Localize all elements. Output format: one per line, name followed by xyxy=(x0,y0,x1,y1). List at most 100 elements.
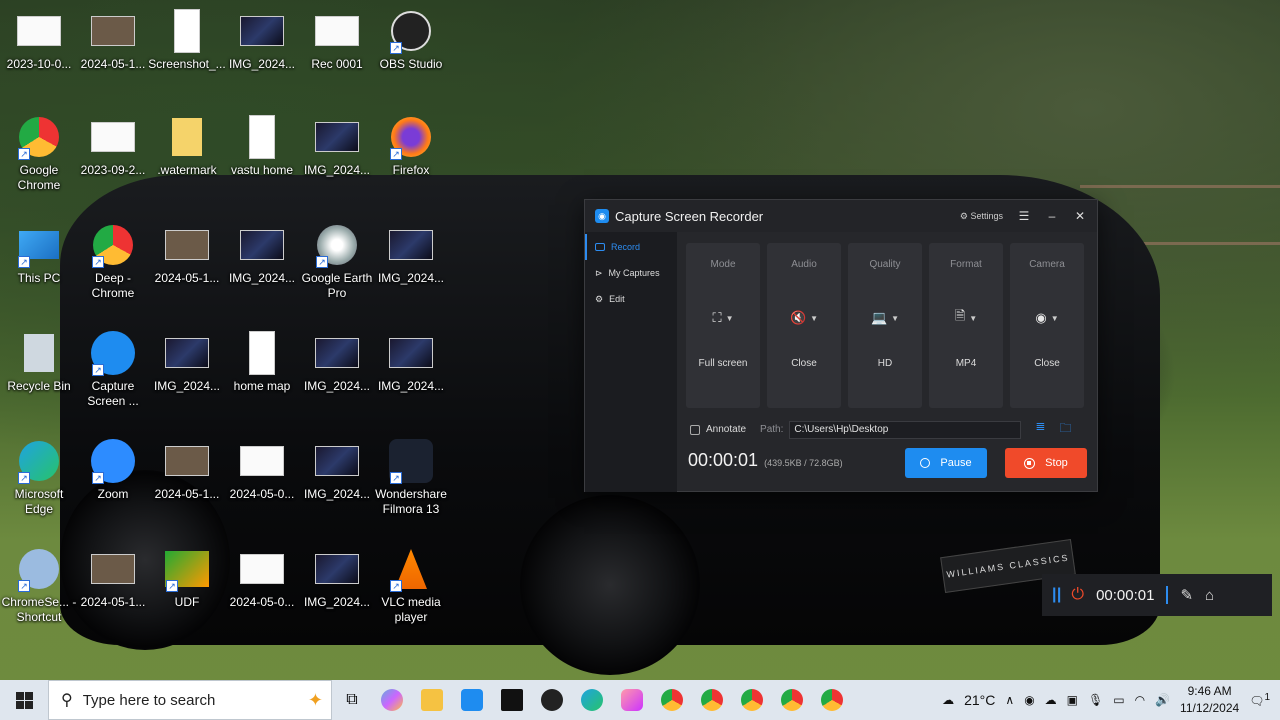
close-button[interactable]: ✕ xyxy=(1073,209,1087,223)
desktop-icon[interactable]: Screenshot_... xyxy=(148,8,226,72)
desktop-icon[interactable]: IMG_2024... xyxy=(372,330,450,394)
annotate-checkbox[interactable] xyxy=(690,424,700,435)
sidebar-item-label: Record xyxy=(611,242,641,252)
desktop-icon[interactable]: ↗ This PC xyxy=(0,222,78,286)
desktop-icon[interactable]: ↗ Firefox xyxy=(372,114,450,178)
minimize-button[interactable]: – xyxy=(1045,209,1059,223)
mic-icon[interactable]: 🎙 xyxy=(1088,693,1103,707)
notification-icon[interactable]: 🗨1 xyxy=(1249,692,1270,708)
desktop-icon[interactable]: 2024-05-1... xyxy=(148,438,226,502)
home-icon[interactable]: ⌂ xyxy=(1205,587,1214,604)
recorder-titlebar[interactable]: ◉ Capture Screen Recorder ⚙ Settings ☰ –… xyxy=(585,200,1097,232)
desktop-icon[interactable]: IMG_2024... xyxy=(372,222,450,286)
start-button[interactable] xyxy=(0,691,48,709)
sidebar-item-edit[interactable]: ⚙ Edit xyxy=(585,286,677,312)
desktop-icon[interactable]: ↗ VLC media player xyxy=(372,546,450,625)
file-explorer-icon[interactable] xyxy=(412,680,452,720)
desktop-icon[interactable]: IMG_2024... xyxy=(148,330,226,394)
weather-icon[interactable]: ☁ xyxy=(942,693,954,707)
desktop-icon[interactable]: 2024-05-1... xyxy=(74,546,152,610)
weather-temp[interactable]: 21°C xyxy=(964,692,995,708)
chrome-taskbar-icon-4[interactable] xyxy=(772,680,812,720)
path-label: Path: xyxy=(760,424,784,435)
task-view-icon[interactable]: ⧉ xyxy=(332,680,372,720)
onedrive-icon[interactable]: ☁ xyxy=(1045,693,1057,707)
desktop-icon[interactable]: ↗ Google Earth Pro xyxy=(298,222,376,301)
windows-icon xyxy=(15,691,33,709)
chrome-taskbar-icon-3[interactable] xyxy=(732,680,772,720)
settings-button[interactable]: ⚙ Settings xyxy=(960,211,1003,222)
desktop-icon[interactable]: 2024-05-1... xyxy=(148,222,226,286)
sidebar-item-record[interactable]: Record xyxy=(585,234,677,260)
desktop-icon[interactable]: ↗ Microsoft Edge xyxy=(0,438,78,517)
format-card[interactable]: Format 🗎 ▼ MP4 xyxy=(929,243,1003,408)
obs-taskbar-icon[interactable] xyxy=(532,680,572,720)
white-icon xyxy=(16,8,62,54)
desktop-icon[interactable]: ↗ Zoom xyxy=(74,438,152,502)
settings-label: Settings xyxy=(970,210,1003,221)
pencil-icon[interactable]: ✎ xyxy=(1180,586,1193,604)
desktop-icon[interactable]: IMG_2024... xyxy=(298,438,376,502)
sidebar-item-my-captures[interactable]: ⊳ My Captures xyxy=(585,260,677,286)
shortcut-arrow-icon: ↗ xyxy=(390,472,402,484)
chrome-taskbar-icon-5[interactable] xyxy=(812,680,852,720)
desktop-icon[interactable]: vastu home xyxy=(223,114,301,178)
desktop-icon[interactable]: ↗ Wondershare Filmora 13 xyxy=(372,438,450,517)
desktop-icon[interactable]: ↗ ChromeSe... - Shortcut xyxy=(0,546,78,625)
desktop-icon[interactable]: ↗ Google Chrome xyxy=(0,114,78,193)
power-icon[interactable]: ⏻ xyxy=(1071,586,1084,604)
chrome-taskbar-icon-2[interactable] xyxy=(692,680,732,720)
desktop-icon[interactable]: IMG_2024... xyxy=(298,546,376,610)
card-title: Camera xyxy=(1029,259,1065,270)
desktop-icon[interactable]: ↗ Capture Screen ... xyxy=(74,330,152,409)
quality-card[interactable]: Quality 💻 ▼ HD xyxy=(848,243,922,408)
list-icon[interactable]: ≣ xyxy=(1035,419,1045,440)
folder-icon[interactable]: 🗀 xyxy=(1059,419,1071,440)
mode-card[interactable]: Mode ⛶ ▼ Full screen xyxy=(686,243,760,408)
desktop-icon[interactable]: Rec 0001 xyxy=(298,8,376,72)
desktop-icon[interactable]: ↗ OBS Studio xyxy=(372,8,450,72)
camera-card[interactable]: Camera ◉ ▼ Close xyxy=(1010,243,1084,408)
pause-button[interactable]: Pause xyxy=(905,448,987,478)
desktop-icon[interactable]: .watermark xyxy=(148,114,226,178)
smr-app-icon[interactable] xyxy=(492,680,532,720)
clock[interactable]: 9:46 AM 11/12/2024 xyxy=(1180,683,1239,717)
volume-icon[interactable]: 🔊 xyxy=(1155,693,1170,707)
bin-icon xyxy=(16,330,62,376)
card-title: Mode xyxy=(710,259,736,270)
chevron-up-icon[interactable]: ∧ xyxy=(1005,693,1014,707)
copilot-icon[interactable] xyxy=(372,680,412,720)
edge-taskbar-icon[interactable] xyxy=(572,680,612,720)
search-box[interactable]: ⚲ Type here to search ✦ xyxy=(48,680,332,720)
stop-button[interactable]: Stop xyxy=(1005,448,1087,478)
pause-icon[interactable]: | | xyxy=(1052,586,1062,604)
desktop-icon[interactable]: 2024-05-1... xyxy=(74,8,152,72)
desktop-icon[interactable]: IMG_2024... xyxy=(298,330,376,394)
desktop-icon[interactable]: IMG_2024... xyxy=(223,222,301,286)
path-input[interactable] xyxy=(789,420,1022,439)
laptop-icon: 💻 xyxy=(870,310,888,325)
wifi-icon[interactable]: ◠ xyxy=(1135,693,1145,707)
desktop-icon[interactable]: 2024-05-0... xyxy=(223,546,301,610)
desktop-icon[interactable]: IMG_2024... xyxy=(223,8,301,72)
menu-icon[interactable]: ☰ xyxy=(1017,209,1031,223)
recorder-tray-icon[interactable]: ◉ xyxy=(1024,693,1034,707)
desktop-icon[interactable]: home map xyxy=(223,330,301,394)
dark-icon xyxy=(388,222,434,268)
desktop-icon[interactable]: 2023-09-2... xyxy=(74,114,152,178)
capture-recorder-taskbar-icon[interactable] xyxy=(452,680,492,720)
battery-icon[interactable]: ▭ xyxy=(1113,693,1124,707)
chrome-taskbar-icon-1[interactable] xyxy=(652,680,692,720)
audio-card[interactable]: Audio 🔇 ▼ Close xyxy=(767,243,841,408)
file-icon: 🗎 xyxy=(954,308,966,323)
desktop-icon[interactable]: 2023-10-0... xyxy=(0,8,78,72)
dark-icon xyxy=(164,330,210,376)
desktop-icon[interactable]: ↗ UDF xyxy=(148,546,226,610)
desktop-icon[interactable]: IMG_2024... xyxy=(298,114,376,178)
instagram-icon[interactable] xyxy=(612,680,652,720)
desktop-icon[interactable]: ↗ Deep - Chrome xyxy=(74,222,152,301)
desktop-icon-label: IMG_2024... xyxy=(228,57,296,71)
desktop-icon[interactable]: 2024-05-0... xyxy=(223,438,301,502)
desktop-icon[interactable]: Recycle Bin xyxy=(0,330,78,394)
camera-tray-icon[interactable]: ▣ xyxy=(1067,693,1078,707)
